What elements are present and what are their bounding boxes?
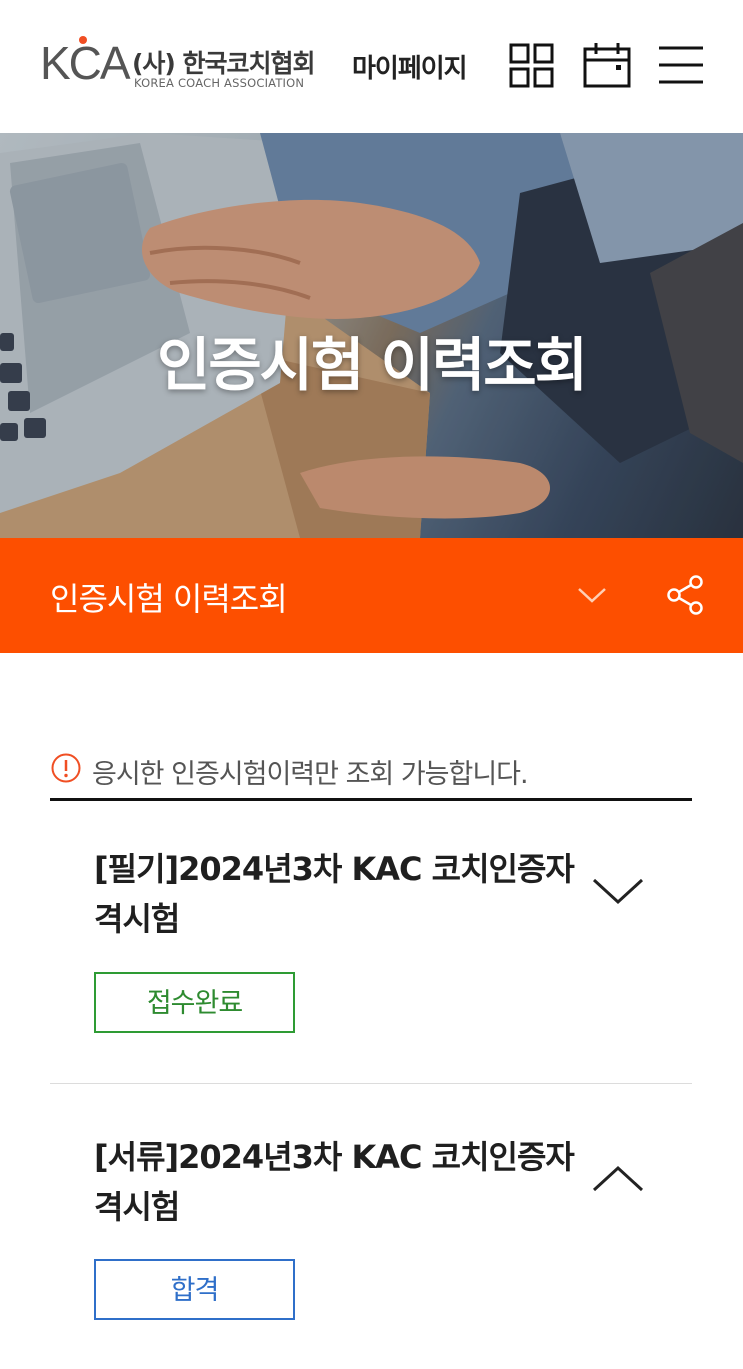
mypage-link[interactable]: 마이페이지 [352, 48, 468, 85]
grid-icon[interactable] [506, 40, 556, 90]
hero-title: 인증시험 이력조회 [156, 331, 588, 399]
logo-name-ko: (사) 한국코치협회 [132, 49, 316, 78]
subnav-bar: 인증시험 이력조회 [0, 538, 743, 653]
exam-title[interactable]: [서류]2024년3차 KAC 코치인증자격시험 [94, 1132, 575, 1232]
exam-item[interactable]: [필기]2024년3차 KAC 코치인증자격시험 접수완료 [50, 800, 692, 1084]
kca-logo[interactable]: KCA (사) 한국코치협회 KOREA COACH ASSOCIATION [40, 34, 330, 94]
chevron-down-icon[interactable] [590, 870, 646, 910]
status-badge: 합격 [94, 1259, 295, 1320]
logo-mark: KCA [40, 37, 131, 89]
site-header: KCA (사) 한국코치협회 KOREA COACH ASSOCIATION 마… [0, 0, 743, 133]
calendar-icon[interactable] [582, 40, 632, 90]
exam-item[interactable]: [서류]2024년3차 KAC 코치인증자격시험 합격 [50, 1084, 692, 1369]
chevron-up-icon[interactable] [590, 1158, 646, 1198]
subnav-title[interactable]: 인증시험 이력조회 [50, 574, 288, 620]
alert-circle-icon [50, 752, 82, 784]
share-icon[interactable] [664, 574, 706, 616]
status-badge: 접수완료 [94, 972, 295, 1033]
chevron-down-icon[interactable] [575, 580, 609, 610]
notice: 응시한 인증시험이력만 조회 가능합니다. [50, 750, 692, 801]
hamburger-menu-icon[interactable] [656, 40, 706, 90]
logo-dot [79, 36, 87, 44]
notice-text: 응시한 인증시험이력만 조회 가능합니다. [92, 759, 529, 790]
exam-title[interactable]: [필기]2024년3차 KAC 코치인증자격시험 [94, 844, 575, 944]
logo-name-en: KOREA COACH ASSOCIATION [134, 76, 305, 90]
hero-banner: 인증시험 이력조회 [0, 133, 743, 538]
